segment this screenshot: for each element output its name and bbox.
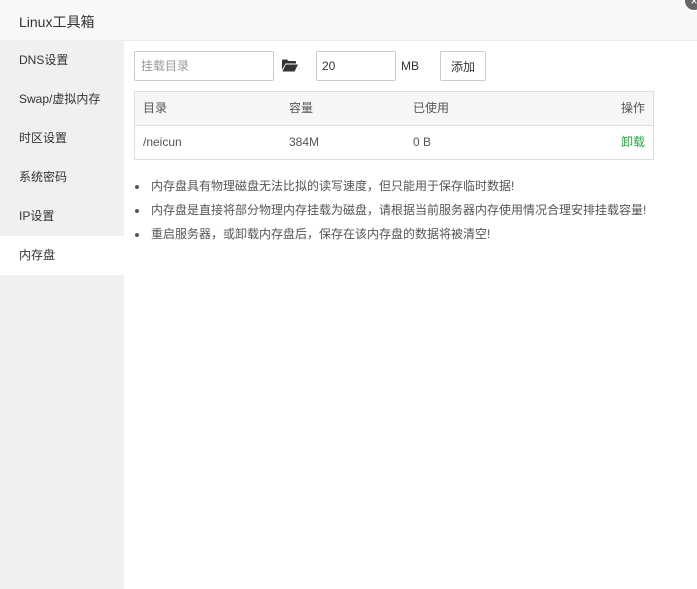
table-header: 目录 容量 已使用 操作	[135, 92, 653, 126]
tips-list: 内存盘具有物理磁盘无法比拟的读写速度，但只能用于保存临时数据! 内存盘是直接将部…	[134, 175, 694, 247]
header-dir: 目录	[143, 101, 168, 115]
sidebar-item-timezone[interactable]: 时区设置	[0, 119, 124, 158]
ramdisk-table: 目录 容量 已使用 操作 /neicun 384M 0 B 卸载	[134, 91, 654, 160]
tip-text: 重启服务器，或卸载内存盘后，保存在该内存盘的数据将被清空!	[151, 227, 491, 241]
tip-text: 内存盘具有物理磁盘无法比拟的读写速度，但只能用于保存临时数据!	[151, 179, 515, 193]
window-title: Linux工具箱	[19, 14, 95, 30]
main-panel: MB 添加 目录 容量 已使用 操作 /neicun 384M 0 B 卸载 内…	[124, 41, 697, 589]
unmount-link[interactable]: 卸载	[621, 126, 645, 159]
sidebar-item-ip[interactable]: IP设置	[0, 197, 124, 236]
tip-item: 内存盘具有物理磁盘无法比拟的读写速度，但只能用于保存临时数据!	[134, 175, 694, 199]
sidebar: DNS设置 Swap/虚拟内存 时区设置 系统密码 IP设置 内存盘	[0, 41, 124, 589]
sidebar-item-dns[interactable]: DNS设置	[0, 41, 124, 80]
window-title-bar: Linux工具箱	[0, 0, 697, 41]
cell-size: 384M	[289, 135, 320, 149]
bullet-icon	[135, 185, 139, 189]
add-button[interactable]: 添加	[440, 51, 486, 81]
header-action: 操作	[620, 101, 645, 115]
cell-used: 0 B	[413, 135, 432, 149]
folder-open-icon[interactable]	[282, 59, 298, 72]
tip-item: 内存盘是直接将部分物理内存挂载为磁盘，请根据当前服务器内存使用情况合理安排挂载容…	[134, 199, 694, 223]
size-unit-label: MB	[401, 59, 419, 73]
cell-dir: /neicun	[143, 135, 182, 149]
bullet-icon	[135, 209, 139, 213]
tip-item: 重启服务器，或卸载内存盘后，保存在该内存盘的数据将被清空!	[134, 223, 694, 247]
mount-dir-input[interactable]	[134, 51, 274, 81]
sidebar-item-password[interactable]: 系统密码	[0, 158, 124, 197]
table-row: /neicun 384M 0 B 卸载	[135, 126, 653, 159]
bullet-icon	[135, 233, 139, 237]
tip-text: 内存盘是直接将部分物理内存挂载为磁盘，请根据当前服务器内存使用情况合理安排挂载容…	[151, 203, 647, 217]
header-size: 容量	[289, 101, 314, 115]
sidebar-item-ramdisk[interactable]: 内存盘	[0, 236, 124, 275]
sidebar-item-swap[interactable]: Swap/虚拟内存	[0, 80, 124, 119]
header-used: 已使用	[413, 101, 450, 115]
size-input[interactable]	[316, 51, 396, 81]
